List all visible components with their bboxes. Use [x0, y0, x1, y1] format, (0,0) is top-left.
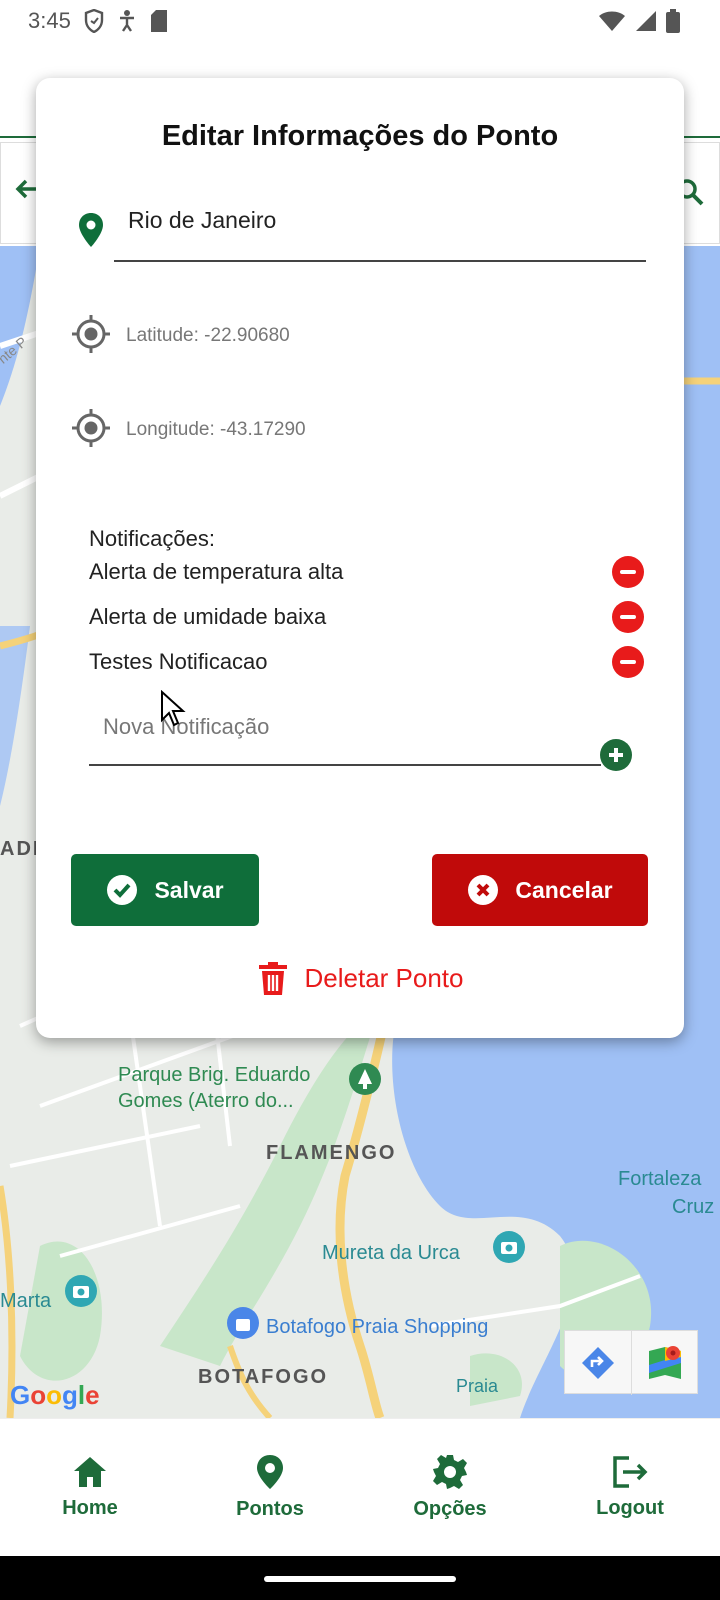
google-logo: Google — [10, 1380, 100, 1411]
shopping-poi-icon — [227, 1307, 259, 1339]
notification-item: Alerta de umidade baixa — [89, 597, 644, 637]
notifications-label: Notificações: — [89, 526, 215, 551]
bottom-navigation: Home Pontos Opções Logout — [0, 1418, 720, 1556]
logout-icon — [613, 1456, 648, 1488]
map-label-flamengo: FLAMENGO — [266, 1142, 397, 1164]
map-label-mureta: Mureta da Urca — [322, 1242, 460, 1264]
wifi-icon — [599, 11, 625, 31]
battery-icon — [666, 9, 680, 33]
remove-notification-button[interactable] — [612, 601, 644, 633]
notification-item: Alerta de temperatura alta — [89, 552, 644, 592]
map-label-left-edge: ADI — [0, 838, 41, 860]
latitude-text: Latitude: -22.90680 — [126, 325, 290, 346]
remove-notification-button[interactable] — [612, 556, 644, 588]
plus-icon — [609, 748, 623, 762]
longitude-text: Longitude: -43.17290 — [126, 419, 306, 440]
status-time: 3:45 — [28, 8, 71, 33]
notification-text: Alerta de temperatura alta — [89, 559, 344, 584]
save-button[interactable]: Salvar — [71, 854, 259, 926]
map-toolbar — [564, 1330, 698, 1395]
notification-text: Alerta de umidade baixa — [89, 604, 327, 629]
home-icon — [74, 1457, 106, 1487]
map-label-botafogo: BOTAFOGO — [198, 1366, 329, 1388]
water-area — [0, 626, 30, 806]
nav-label: Logout — [596, 1497, 664, 1519]
nav-item-home[interactable]: Home — [0, 1419, 180, 1556]
close-circle-icon — [468, 875, 499, 905]
cancel-button-label: Cancelar — [515, 876, 613, 903]
mouse-cursor-icon — [161, 690, 186, 727]
status-icons-left — [84, 9, 168, 33]
map-label-botafogo-shopping: Botafogo Praia Shopping — [266, 1316, 489, 1338]
map-label-fortaleza-2: Cruz — [672, 1196, 715, 1218]
home-gesture-handle[interactable] — [264, 1576, 456, 1582]
nav-label: Pontos — [236, 1498, 304, 1520]
nav-item-opcoes[interactable]: Opções — [360, 1419, 540, 1556]
map-label-praia: Praia — [456, 1376, 499, 1396]
gps-target-icon — [72, 315, 110, 353]
notification-text: Testes Notificacao — [89, 649, 268, 674]
nav-label: Opções — [413, 1498, 487, 1520]
directions-icon — [582, 1347, 614, 1379]
shield-icon — [84, 9, 104, 33]
gps-target-icon — [72, 409, 110, 447]
dialog-title: Editar Informações do Ponto — [161, 120, 559, 152]
directions-button[interactable] — [565, 1331, 631, 1395]
remove-notification-button[interactable] — [612, 646, 644, 678]
camera-poi-icon — [65, 1275, 97, 1307]
signal-icon — [636, 11, 656, 31]
trash-icon — [258, 962, 287, 995]
google-maps-icon — [648, 1346, 681, 1379]
gear-icon — [433, 1455, 467, 1489]
check-circle-icon — [107, 875, 138, 905]
notification-item: Testes Notificacao — [89, 642, 644, 682]
status-bar: 3:45 — [0, 0, 720, 42]
delete-point-button[interactable]: Deletar Ponto — [36, 960, 684, 996]
add-notification-button[interactable] — [600, 739, 632, 771]
accessibility-icon — [120, 10, 134, 32]
nav-label: Home — [62, 1497, 118, 1519]
map-label-fortaleza: Fortaleza — [618, 1168, 702, 1190]
google-logo-letter: o — [30, 1380, 47, 1410]
map-label-marta: Marta — [0, 1290, 52, 1312]
edit-point-dialog: Editar Informações do Ponto Latitude: -2… — [36, 78, 684, 1038]
nav-item-logout[interactable]: Logout — [540, 1419, 720, 1556]
camera-poi-icon — [493, 1231, 525, 1263]
map-label-park: Parque Brig. Eduardo Gomes (Aterro do... — [118, 1064, 311, 1112]
park-tree-icon — [349, 1063, 381, 1095]
location-pin-icon — [79, 213, 103, 247]
system-navigation-bar — [0, 1556, 720, 1600]
cancel-button[interactable]: Cancelar — [432, 854, 648, 926]
nav-item-pontos[interactable]: Pontos — [180, 1419, 360, 1556]
google-logo-letter: o — [46, 1380, 63, 1410]
water-area — [0, 246, 40, 406]
location-name-input[interactable] — [114, 198, 646, 262]
open-maps-button[interactable] — [631, 1331, 697, 1395]
google-logo-letter: g — [62, 1380, 78, 1410]
google-logo-letter: G — [10, 1380, 31, 1410]
google-logo-letter: e — [85, 1380, 100, 1410]
delete-point-label: Deletar Ponto — [304, 962, 464, 993]
save-button-label: Salvar — [154, 876, 224, 903]
status-icons-right — [598, 9, 680, 33]
sd-card-icon — [151, 10, 167, 32]
location-pin-icon — [257, 1455, 283, 1489]
